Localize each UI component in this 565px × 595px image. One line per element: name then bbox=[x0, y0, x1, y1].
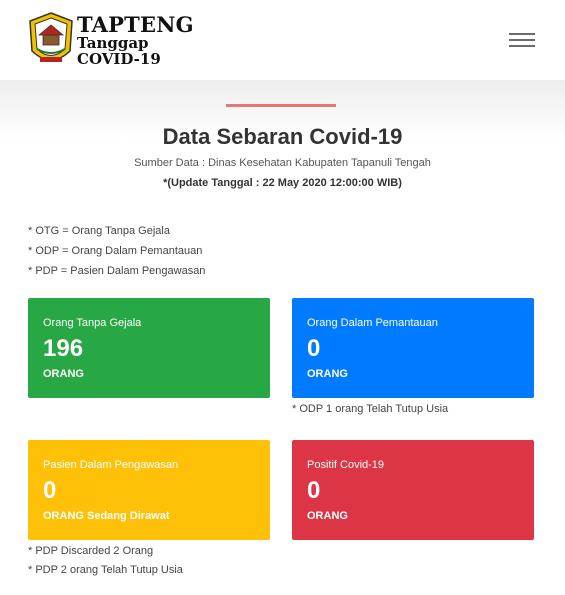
brand-line-tapteng: TAPTENG bbox=[77, 12, 194, 37]
card-unit: ORANG bbox=[43, 368, 84, 380]
card-value: 0 bbox=[307, 477, 321, 504]
card-label: Pasien Dalam Pengawasan bbox=[43, 459, 179, 471]
card-value: 196 bbox=[43, 335, 84, 362]
card-pdp: Pasien Dalam Pengawasan 0 ORANG Sedang D… bbox=[28, 440, 270, 540]
pdp-note-deceased: * PDP 2 orang Telah Tutup Usia bbox=[28, 564, 183, 576]
card-otg: Orang Tanpa Gejala 196 ORANG bbox=[28, 298, 270, 398]
card-value: 0 bbox=[43, 477, 57, 504]
tapanuli-tengah-emblem-icon[interactable] bbox=[27, 11, 75, 69]
card-label: Orang Tanpa Gejala bbox=[43, 317, 142, 329]
abbreviation-legend: * OTG = Orang Tanpa Gejala * ODP = Orang… bbox=[28, 224, 205, 284]
card-value: 0 bbox=[307, 335, 321, 362]
page-title: Data Sebaran Covid-19 bbox=[162, 124, 403, 149]
card-odp: Orang Dalam Pemantauan 0 ORANG bbox=[292, 298, 534, 398]
data-source-text: Sumber Data : Dinas Kesehatan Kabupaten … bbox=[134, 157, 431, 169]
legend-item-otg: * OTG = Orang Tanpa Gejala bbox=[28, 225, 170, 237]
card-label: Orang Dalam Pemantauan bbox=[307, 317, 438, 329]
pdp-note-discarded: * PDP Discarded 2 Orang bbox=[28, 545, 154, 557]
card-unit: ORANG Sedang Dirawat bbox=[43, 510, 170, 522]
brand-line-covid: COVID-19 bbox=[77, 50, 161, 68]
card-label: Positif Covid-19 bbox=[307, 459, 385, 471]
legend-item-pdp: * PDP = Pasien Dalam Pengawasan bbox=[28, 265, 206, 277]
hamburger-menu-icon[interactable] bbox=[509, 33, 535, 47]
card-unit: ORANG bbox=[307, 368, 348, 380]
card-positif: Positif Covid-19 0 ORANG bbox=[292, 440, 534, 540]
site-header: TAPTENG Tanggap COVID-19 bbox=[0, 0, 565, 80]
odp-note: * ODP 1 orang Telah Tutup Usia bbox=[292, 403, 449, 415]
update-timestamp: *(Update Tanggal : 22 May 2020 12:00:00 … bbox=[163, 177, 402, 189]
brand-logo-text[interactable]: TAPTENG Tanggap COVID-19 bbox=[77, 14, 194, 67]
legend-item-odp: * ODP = Orang Dalam Pemantauan bbox=[28, 245, 203, 257]
card-unit: ORANG bbox=[307, 510, 348, 522]
brand-line-tanggap: Tanggap bbox=[77, 34, 149, 52]
title-accent-line bbox=[226, 104, 336, 107]
